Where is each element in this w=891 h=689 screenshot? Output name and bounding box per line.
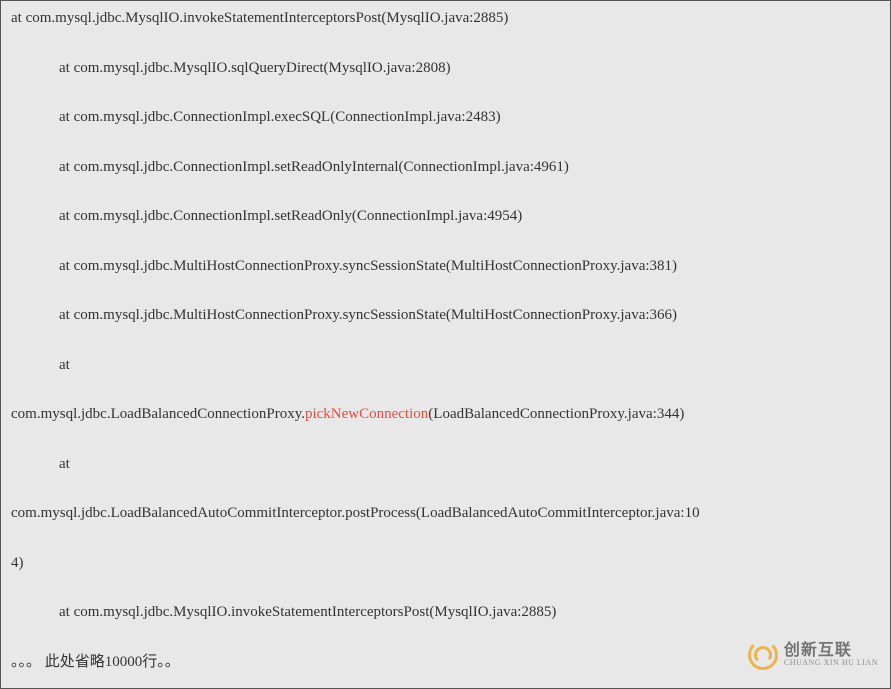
watermark-logo-icon [748, 640, 778, 670]
stack-line: at com.mysql.jdbc.ConnectionImpl.setRead… [11, 207, 880, 227]
stack-line: com.mysql.jdbc.LoadBalancedAutoCommitInt… [11, 504, 880, 524]
watermark-sub-text: CHUANG XIN HU LIAN [784, 659, 878, 667]
stack-line: at com.mysql.jdbc.MysqlIO.invokeStatemen… [11, 9, 880, 29]
stack-line: at [11, 455, 880, 475]
stack-line: at com.mysql.jdbc.MultiHostConnectionPro… [11, 306, 880, 326]
stack-text: (LoadBalancedConnectionProxy.java:344) [428, 406, 684, 422]
stack-line: at [11, 356, 880, 376]
stack-line-highlight: com.mysql.jdbc.LoadBalancedConnectionPro… [11, 405, 880, 425]
watermark-text: 创新互联 CHUANG XIN HU LIAN [784, 643, 878, 667]
watermark-main-text: 创新互联 [784, 643, 878, 659]
stack-line: at com.mysql.jdbc.MultiHostConnectionPro… [11, 257, 880, 277]
stack-line: at com.mysql.jdbc.ConnectionImpl.execSQL… [11, 108, 880, 128]
stack-line: at com.mysql.jdbc.MysqlIO.invokeStatemen… [11, 603, 880, 623]
stacktrace-block: at com.mysql.jdbc.MysqlIO.invokeStatemen… [11, 9, 880, 672]
watermark: 创新互联 CHUANG XIN HU LIAN [748, 640, 878, 670]
stack-line: at com.mysql.jdbc.ConnectionImpl.setRead… [11, 158, 880, 178]
stack-line: 4) [11, 554, 880, 574]
stack-text: com.mysql.jdbc.LoadBalancedConnectionPro… [11, 406, 305, 422]
stack-line: at com.mysql.jdbc.MysqlIO.sqlQueryDirect… [11, 59, 880, 79]
highlight-method: pickNewConnection [305, 406, 428, 422]
